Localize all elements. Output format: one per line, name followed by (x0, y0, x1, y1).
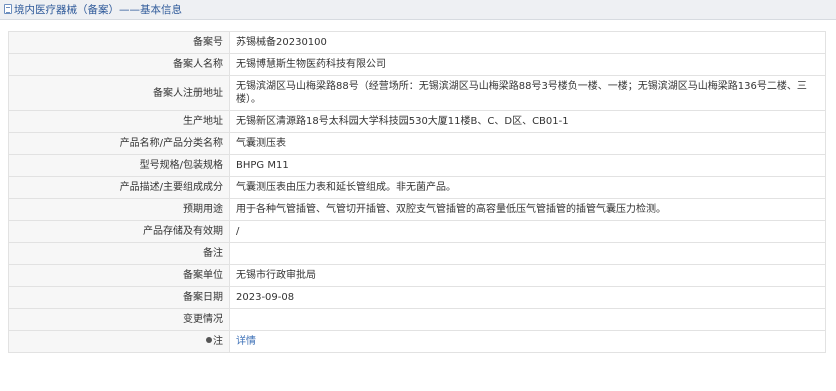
page-header: 境内医疗器械（备案）——基本信息 (0, 0, 836, 20)
row-value-note: 详情 (229, 330, 826, 353)
row-value-filing-unit: 无锡市行政审批局 (229, 264, 826, 287)
row-value-product-description: 气囊测压表由压力表和延长管组成。非无菌产品。 (229, 176, 826, 199)
document-icon (4, 4, 12, 14)
row-label-remarks: 备注 (8, 242, 230, 265)
table-row: 注 详情 (8, 330, 826, 353)
row-value-registrant-name: 无锡博慧斯生物医药科技有限公司 (229, 53, 826, 76)
table-row: 变更情况 (8, 308, 826, 331)
row-label-product-name: 产品名称/产品分类名称 (8, 132, 230, 155)
row-label-change-status: 变更情况 (8, 308, 230, 331)
table-row: 备注 (8, 242, 826, 265)
row-value-remarks (229, 242, 826, 265)
info-table: 备案号 苏锡械备20230100 备案人名称 无锡博慧斯生物医药科技有限公司 备… (8, 31, 826, 353)
row-value-registrant-address: 无锡滨湖区马山梅梁路88号（经营场所：无锡滨湖区马山梅梁路88号3号楼负一楼、一… (229, 75, 826, 111)
table-row: 型号规格/包装规格 BHPG M11 (8, 154, 826, 177)
row-value-model-spec: BHPG M11 (229, 154, 826, 177)
details-link[interactable]: 详情 (236, 336, 256, 347)
row-value-intended-use: 用于各种气管插管、气管切开插管、双腔支气管插管的高容量低压气管插管的插管气囊压力… (229, 198, 826, 221)
table-row: 生产地址 无锡新区清源路18号太科园大学科技园530大厦11楼B、C、D区、CB… (8, 110, 826, 133)
row-label-note-text: 注 (213, 336, 223, 347)
row-value-storage-validity: / (229, 220, 826, 243)
pin-icon (206, 337, 212, 343)
row-value-production-address: 无锡新区清源路18号太科园大学科技园530大厦11楼B、C、D区、CB01-1 (229, 110, 826, 133)
table-row: 备案人名称 无锡博慧斯生物医药科技有限公司 (8, 53, 826, 76)
table-row: 备案单位 无锡市行政审批局 (8, 264, 826, 287)
row-label-filing-date: 备案日期 (8, 286, 230, 309)
table-row: 备案号 苏锡械备20230100 (8, 31, 826, 54)
row-value-filing-date: 2023-09-08 (229, 286, 826, 309)
row-label-filing-unit: 备案单位 (8, 264, 230, 287)
table-row: 产品存储及有效期 / (8, 220, 826, 243)
table-row: 备案日期 2023-09-08 (8, 286, 826, 309)
table-row: 预期用途 用于各种气管插管、气管切开插管、双腔支气管插管的高容量低压气管插管的插… (8, 198, 826, 221)
row-label-registrant-address: 备案人注册地址 (8, 75, 230, 111)
row-label-intended-use: 预期用途 (8, 198, 230, 221)
row-label-note: 注 (8, 330, 230, 353)
row-label-production-address: 生产地址 (8, 110, 230, 133)
table-row: 产品描述/主要组成成分 气囊测压表由压力表和延长管组成。非无菌产品。 (8, 176, 826, 199)
table-row: 产品名称/产品分类名称 气囊测压表 (8, 132, 826, 155)
row-label-registrant-name: 备案人名称 (8, 53, 230, 76)
row-label-record-number: 备案号 (8, 31, 230, 54)
page-title: 境内医疗器械（备案）——基本信息 (4, 2, 182, 18)
row-label-product-description: 产品描述/主要组成成分 (8, 176, 230, 199)
row-label-model-spec: 型号规格/包装规格 (8, 154, 230, 177)
page-title-text: 境内医疗器械（备案）——基本信息 (14, 4, 182, 16)
row-value-record-number: 苏锡械备20230100 (229, 31, 826, 54)
row-label-storage-validity: 产品存储及有效期 (8, 220, 230, 243)
table-row: 备案人注册地址 无锡滨湖区马山梅梁路88号（经营场所：无锡滨湖区马山梅梁路88号… (8, 75, 826, 111)
row-value-product-name: 气囊测压表 (229, 132, 826, 155)
row-value-change-status (229, 308, 826, 331)
